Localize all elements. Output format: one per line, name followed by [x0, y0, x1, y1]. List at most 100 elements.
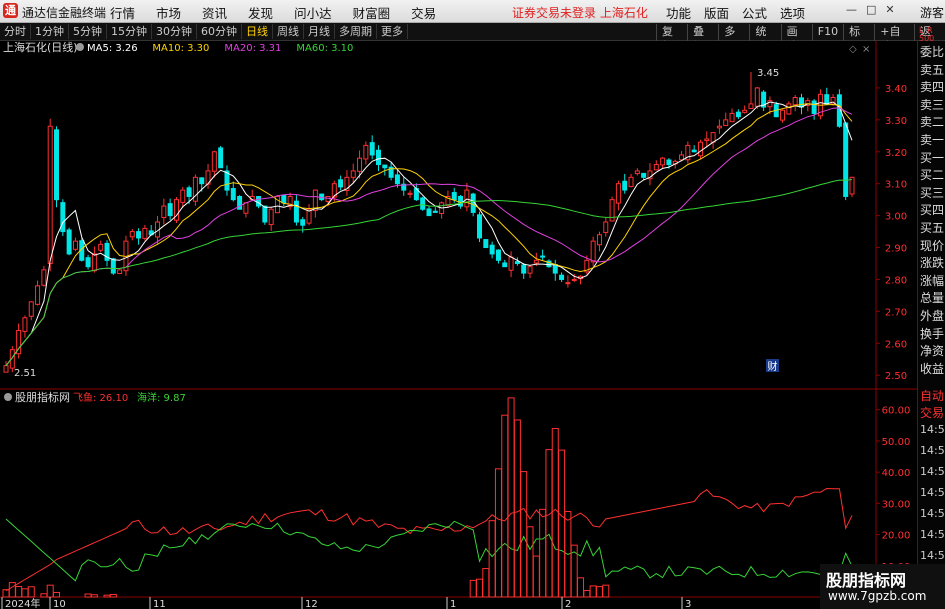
- price-tick-label: 2.50: [885, 371, 907, 382]
- guest-label[interactable]: 游客: [920, 4, 944, 21]
- quote-field-label: 买三: [920, 185, 945, 200]
- candle-body: [293, 200, 299, 223]
- candle-body: [420, 197, 426, 210]
- period-toolbar: 分时1分钟5分钟15分钟30分钟60分钟日线周线月线多周期更多 复权叠加多股统计…: [0, 23, 945, 54]
- quote-field-label: 卖二: [920, 115, 945, 130]
- candle-body: [843, 122, 849, 197]
- tab-period-5[interactable]: 60分钟: [197, 24, 242, 39]
- menu-item-layout[interactable]: 版面: [704, 3, 729, 22]
- price-tick-label: 2.60: [885, 339, 907, 350]
- candle-body: [357, 157, 363, 172]
- tab-period-8[interactable]: 月线: [304, 24, 335, 39]
- menu-item-discover[interactable]: 发现: [248, 3, 273, 22]
- kline-chart[interactable]: 3.40 3.30 3.20 3.10 3.00 2.90 2.80 2.70 2.60 2.50…: [0, 41, 917, 609]
- login-status[interactable]: 证券交易未登录 上海石化: [512, 4, 648, 21]
- trade-time: 14:56: [920, 486, 945, 499]
- candle-body: [394, 174, 400, 185]
- candle-body: [792, 97, 798, 106]
- menu-item-formula[interactable]: 公式: [742, 3, 767, 22]
- menu-item-function[interactable]: 功能: [666, 3, 691, 22]
- menu-item-market[interactable]: 市场: [156, 3, 181, 22]
- indicator-legend-label: 飞鱼: 26.10: [73, 391, 128, 404]
- price-tick-label: 3.10: [885, 180, 907, 191]
- quote-field-label: 卖一: [920, 133, 945, 147]
- candle-body: [136, 231, 142, 239]
- candle-body: [798, 97, 804, 108]
- time-axis-label: 12: [305, 599, 318, 609]
- trade-panel-label[interactable]: 自动: [920, 387, 944, 404]
- candle-body: [697, 141, 703, 157]
- menu-item-assistant[interactable]: 问小达: [294, 3, 332, 22]
- tab-period-9[interactable]: 多周期: [335, 24, 377, 39]
- quote-field-label: 卖四: [920, 80, 945, 95]
- menu-item-quotes[interactable]: 行情: [110, 3, 135, 22]
- tab-period-10[interactable]: 更多: [377, 24, 408, 39]
- price-tick-label: 3.30: [885, 116, 907, 127]
- candle-body: [375, 149, 381, 166]
- ma-legend-label: MA60: 3.10: [296, 43, 353, 54]
- candle-body: [300, 219, 306, 226]
- tab-period-0[interactable]: 分时: [0, 24, 31, 39]
- quote-field-label: 买五: [920, 221, 945, 235]
- candle-body: [641, 172, 647, 178]
- candle-body: [60, 202, 66, 233]
- tab-period-4[interactable]: 30分钟: [152, 24, 197, 39]
- quote-field-label: 卖五: [920, 62, 945, 77]
- tab-period-1[interactable]: 1分钟: [31, 24, 69, 39]
- candle-body: [3, 365, 9, 373]
- candle-body: [464, 189, 470, 208]
- quote-field-label: 换手: [920, 326, 945, 341]
- expand-icon: ◇: [849, 44, 857, 55]
- close-icon[interactable]: ✕: [885, 3, 894, 16]
- candle-body: [559, 274, 565, 280]
- candle-body: [495, 249, 501, 261]
- candle-body: [268, 208, 274, 226]
- collapse-icon: [76, 43, 84, 51]
- candle-body: [66, 229, 72, 255]
- indicator-legend-label: 海洋: 9.87: [137, 391, 186, 404]
- candle-body: [748, 103, 754, 110]
- tab-period-2[interactable]: 5分钟: [69, 24, 107, 39]
- menu-item-options[interactable]: 选项: [780, 3, 805, 22]
- candle-body: [735, 111, 741, 118]
- candle-body: [489, 244, 495, 255]
- menu-item-news[interactable]: 资讯: [202, 3, 227, 22]
- candle-body: [161, 205, 167, 219]
- trade-time: 14:56: [920, 423, 945, 436]
- indicator-tick-label: 60.00: [882, 406, 911, 417]
- candle-body: [596, 234, 602, 246]
- candle-body: [338, 179, 344, 188]
- candle-body: [47, 125, 53, 264]
- period-tabs: 分时 1分钟 5分钟 15分钟 30分钟 60分钟 日线 周线 月线 多周期 更多: [0, 24, 408, 39]
- candle-body: [41, 269, 47, 286]
- tab-period-6[interactable]: 日线: [242, 24, 273, 39]
- candle-body: [363, 144, 369, 160]
- menu-item-wealth[interactable]: 财富圈: [353, 3, 391, 22]
- candle-body: [54, 129, 60, 201]
- ma-legend-label: MA5: 3.26: [87, 43, 138, 54]
- time-axis-label: 2024年: [5, 597, 40, 609]
- stock-title: 上海石化(日线): [3, 41, 78, 54]
- trade-panel-label[interactable]: 交易: [920, 404, 944, 421]
- candle-body: [521, 264, 527, 274]
- menu-item-trade[interactable]: 交易: [411, 3, 436, 22]
- candle-body: [382, 164, 388, 169]
- restore-icon[interactable]: □: [866, 3, 876, 16]
- watermark-title: 股朋指标网: [826, 571, 907, 590]
- quote-field-label: 涨跌: [920, 256, 945, 271]
- candle-body: [281, 194, 287, 204]
- candle-body: [590, 240, 596, 263]
- tab-period-3[interactable]: 15分钟: [107, 24, 152, 39]
- candle-body: [98, 243, 104, 251]
- candle-body: [458, 195, 464, 207]
- candle-body: [72, 240, 78, 250]
- candle-body: [780, 109, 786, 121]
- trade-time: 14:56: [920, 549, 945, 562]
- candle-body: [786, 103, 792, 115]
- tab-period-7[interactable]: 周线: [273, 24, 304, 39]
- minimize-icon[interactable]: —: [846, 3, 857, 16]
- indicator-tick-label: 20.00: [882, 531, 911, 542]
- quote-field-label: 涨幅: [920, 273, 945, 288]
- candle-body: [754, 87, 760, 107]
- watermark-url: www.7gpzb.com: [828, 589, 927, 603]
